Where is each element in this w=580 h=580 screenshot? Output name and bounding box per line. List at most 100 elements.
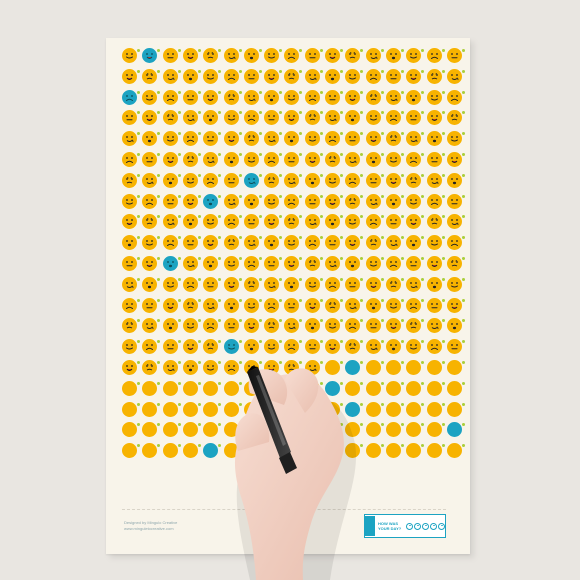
day-marker-dot — [340, 402, 343, 406]
emoji-face — [446, 318, 462, 334]
day-marker-dot — [258, 49, 262, 52]
emoji-face — [122, 339, 137, 355]
empty-day-circle — [345, 360, 361, 375]
emoji-face — [426, 48, 442, 63]
day-marker-dot — [279, 381, 283, 385]
day-marker-dot — [238, 49, 242, 52]
emoji-face — [406, 193, 422, 209]
day-marker-dot — [137, 153, 140, 156]
emoji-face — [203, 256, 219, 271]
emoji-face — [162, 339, 178, 355]
day-marker-dot — [441, 194, 445, 198]
empty-day-circle — [385, 401, 401, 417]
day-marker-dot — [400, 381, 404, 385]
day-marker-dot — [421, 194, 425, 198]
empty-day-circle — [122, 422, 137, 438]
emoji-face — [426, 256, 442, 271]
legend-faces — [406, 522, 445, 530]
day-marker-dot — [197, 132, 201, 136]
day-marker-dot — [319, 444, 323, 448]
day-marker-dot — [177, 49, 181, 52]
emoji-face — [284, 172, 300, 188]
empty-day-circle — [142, 401, 158, 417]
day-marker-dot — [218, 153, 222, 156]
day-marker-dot — [279, 444, 283, 448]
day-marker-dot — [157, 69, 161, 73]
day-marker-dot — [197, 423, 201, 427]
poster: Designed by Mingulo Creative www.mingule… — [106, 38, 470, 554]
day-marker-dot — [421, 69, 425, 73]
emoji-face — [325, 339, 340, 355]
empty-day-circle — [182, 422, 198, 438]
day-marker-dot — [177, 423, 181, 427]
day-marker-dot — [157, 381, 161, 385]
emoji-face — [162, 276, 178, 292]
day-marker-dot — [197, 153, 201, 156]
day-marker-dot — [299, 319, 303, 323]
day-marker-dot — [421, 381, 425, 385]
empty-day-circle — [365, 422, 381, 438]
day-marker-dot — [340, 111, 343, 115]
day-marker-dot — [238, 361, 242, 364]
day-marker-dot — [441, 132, 445, 136]
day-marker-dot — [218, 215, 222, 219]
emoji-face — [264, 276, 280, 292]
day-marker-dot — [340, 132, 343, 136]
day-marker-dot — [441, 277, 445, 281]
day-marker-dot — [238, 298, 242, 302]
day-marker-dot — [137, 361, 140, 364]
emoji-face — [345, 256, 361, 271]
day-marker-dot — [441, 257, 445, 260]
emoji-face — [325, 193, 340, 209]
day-marker-dot — [258, 153, 262, 156]
emoji-face — [243, 131, 259, 147]
empty-day-circle — [345, 443, 361, 459]
emoji-face — [345, 297, 361, 313]
emoji-face — [446, 339, 462, 355]
emoji-face — [345, 89, 361, 105]
empty-day-circle — [446, 443, 462, 459]
emoji-face — [223, 276, 239, 292]
day-marker-dot — [461, 90, 465, 94]
day-marker-dot — [441, 215, 445, 219]
emoji-face — [203, 152, 219, 167]
day-marker-dot — [258, 111, 262, 115]
emoji-face — [406, 256, 422, 271]
day-marker-dot — [157, 257, 161, 260]
empty-day-circle — [264, 422, 280, 438]
day-marker-dot — [360, 173, 364, 177]
empty-day-circle — [426, 422, 442, 438]
day-marker-dot — [360, 319, 364, 323]
empty-day-circle — [142, 443, 158, 459]
emoji-face — [406, 276, 422, 292]
day-marker-dot — [400, 444, 404, 448]
emoji-face — [304, 276, 320, 292]
day-marker-dot — [380, 361, 384, 364]
emoji-face — [426, 172, 442, 188]
emoji-face — [182, 110, 198, 126]
emoji-face — [426, 131, 442, 147]
emoji-face — [182, 235, 198, 251]
emoji-face — [304, 318, 320, 334]
empty-day-circle — [264, 380, 280, 396]
day-marker-dot — [380, 49, 384, 52]
emoji-face — [304, 214, 320, 230]
empty-day-circle — [406, 422, 422, 438]
empty-day-circle — [446, 422, 462, 438]
day-marker-dot — [299, 340, 303, 344]
empty-day-circle — [365, 360, 381, 375]
day-marker-dot — [461, 132, 465, 136]
day-marker-dot — [421, 49, 425, 52]
empty-day-circle — [223, 401, 239, 417]
day-marker-dot — [380, 236, 384, 240]
day-marker-dot — [400, 361, 404, 364]
day-marker-dot — [380, 194, 384, 198]
day-marker-dot — [380, 381, 384, 385]
emoji-face — [122, 152, 137, 167]
day-marker-dot — [137, 49, 140, 52]
emoji-face — [284, 256, 300, 271]
day-marker-dot — [218, 69, 222, 73]
day-marker-dot — [461, 236, 465, 240]
day-marker-dot — [319, 153, 323, 156]
emoji-face — [162, 214, 178, 230]
